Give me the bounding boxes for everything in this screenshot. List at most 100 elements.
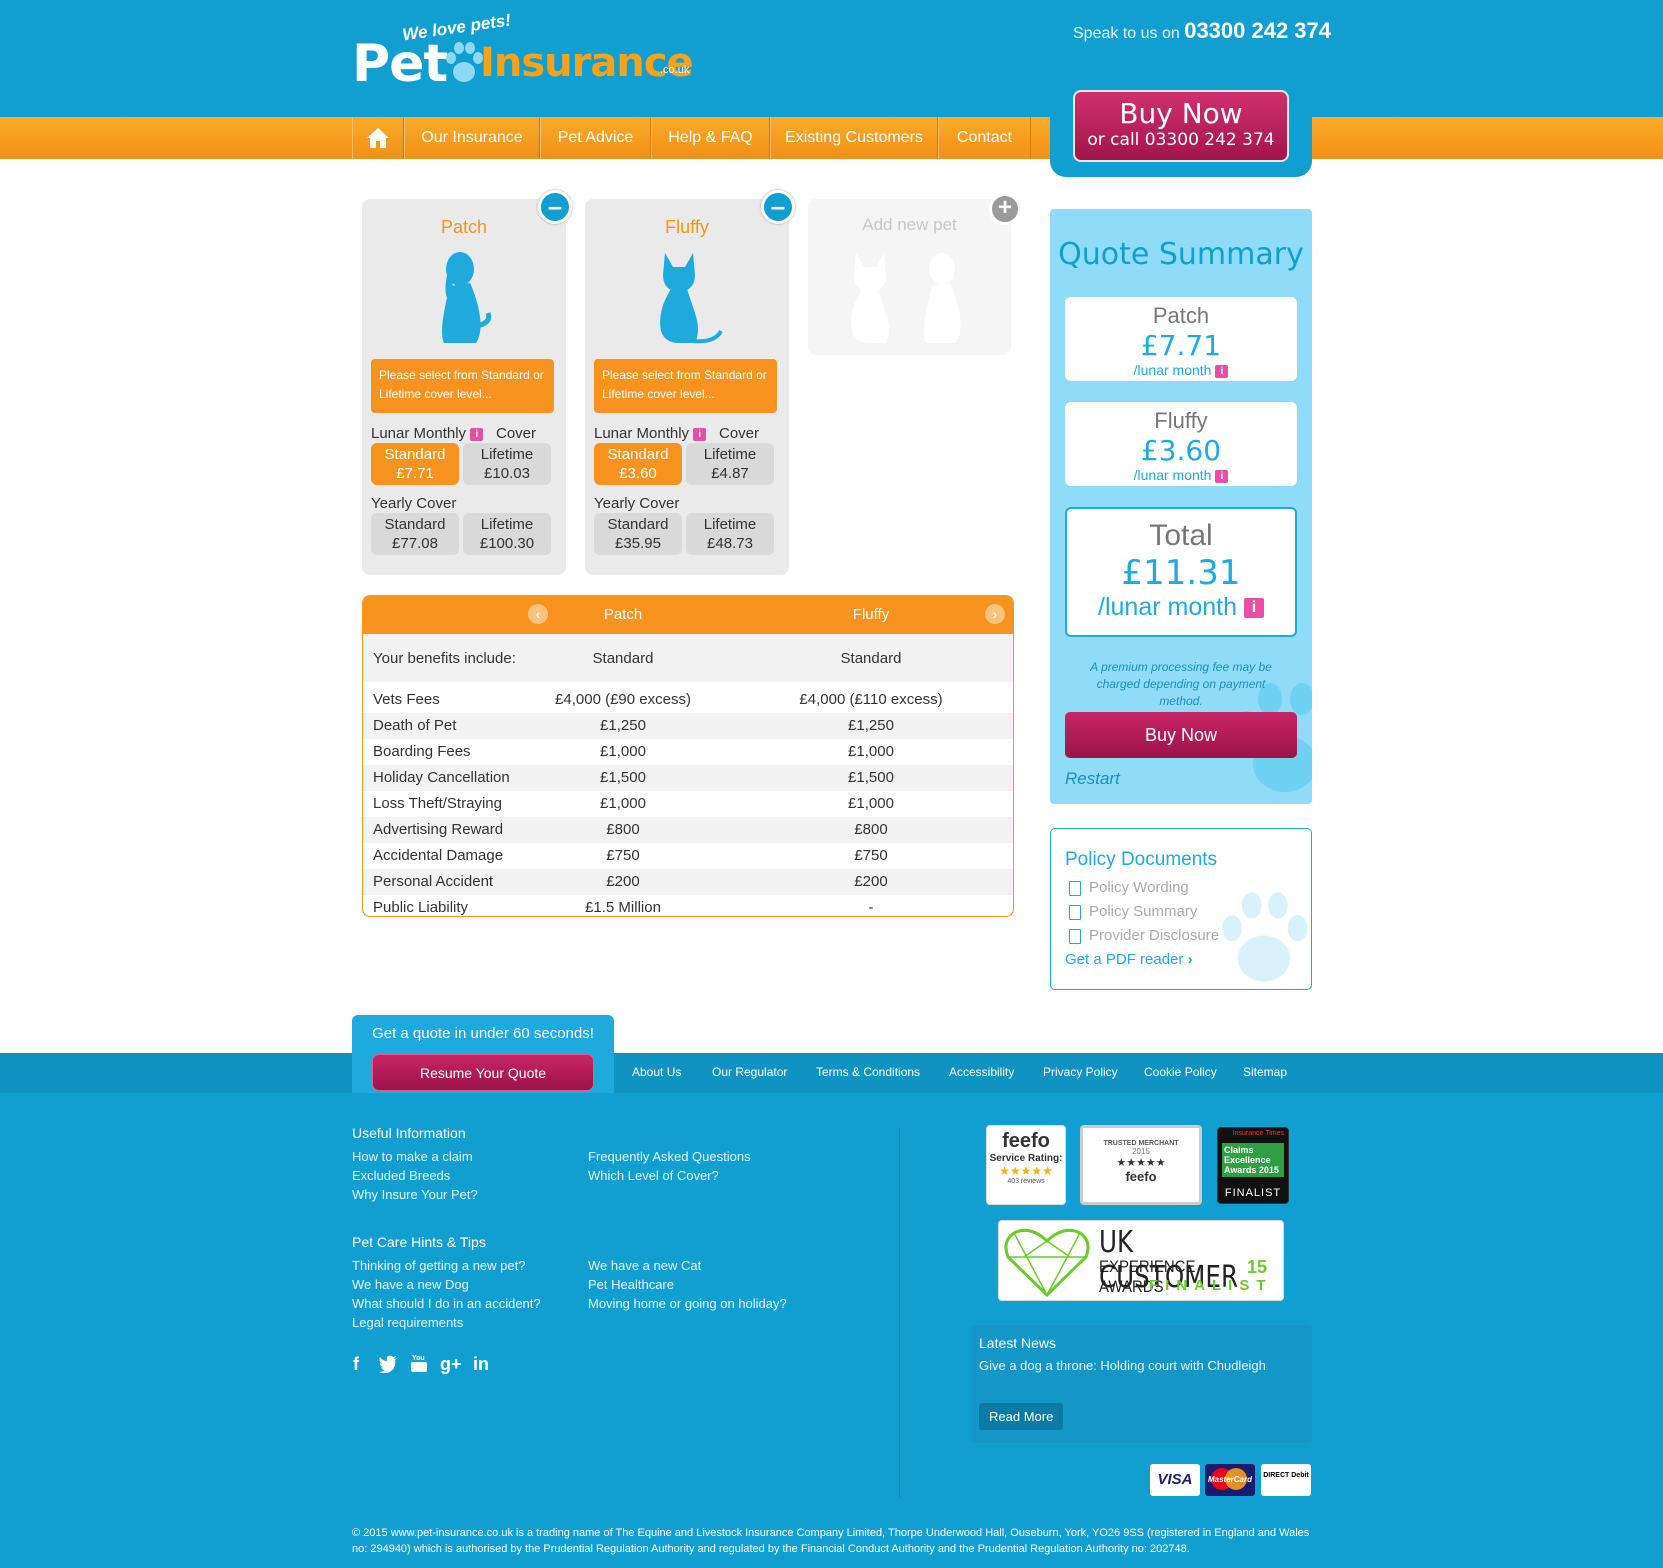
restart-link[interactable]: Restart bbox=[1065, 769, 1120, 789]
quote-item-price: £3.60 bbox=[1140, 434, 1222, 467]
benefit-value: £750 bbox=[854, 847, 888, 864]
policy-documents-title: Policy Documents bbox=[1065, 849, 1218, 870]
footer-link-sitemap[interactable]: Sitemap bbox=[1243, 1065, 1287, 1079]
home-icon bbox=[367, 127, 389, 148]
facebook-icon[interactable]: f bbox=[353, 1354, 359, 1375]
yearly-lifetime-option[interactable]: Lifetime £48.73 bbox=[686, 513, 774, 555]
cover-label: Cover bbox=[719, 425, 760, 442]
nav-home[interactable] bbox=[352, 117, 404, 159]
footer-link[interactable]: Excluded Breeds bbox=[352, 1168, 450, 1183]
pet-name: Fluffy bbox=[665, 217, 709, 237]
youtube-icon[interactable]: You bbox=[410, 1353, 428, 1373]
total-price: £11.31 bbox=[1121, 553, 1241, 593]
nav-contact[interactable]: Contact bbox=[938, 117, 1031, 159]
plus-icon: + bbox=[997, 194, 1012, 221]
footer-link-privacy[interactable]: Privacy Policy bbox=[1043, 1065, 1118, 1079]
benefit-value: £800 bbox=[606, 821, 640, 838]
footer-link[interactable]: Pet Healthcare bbox=[588, 1277, 674, 1292]
policy-wording-link[interactable]: Policy Wording bbox=[1069, 879, 1189, 896]
benefits-intro-row: Your benefits include: Standard Standard bbox=[363, 634, 1013, 682]
footer-link[interactable]: We have a new Cat bbox=[588, 1258, 701, 1273]
nav-pet-advice[interactable]: Pet Advice bbox=[540, 117, 651, 159]
lunar-standard-option[interactable]: Standard £7.71 bbox=[371, 443, 459, 485]
uk-customer-experience-badge[interactable]: UK CUSTOMER EXPERIENCE AWARDS 15 FINALIS… bbox=[998, 1220, 1284, 1301]
footer-link[interactable]: We have a new Dog bbox=[352, 1277, 469, 1292]
provider-disclosure-link[interactable]: Provider Disclosure bbox=[1069, 927, 1219, 944]
quote-total: Total £11.31 /lunar month i bbox=[1065, 507, 1297, 637]
benefit-name: Accidental Damage bbox=[373, 847, 504, 864]
footer-link[interactable]: Thinking of getting a new pet? bbox=[352, 1258, 525, 1273]
remove-pet-button[interactable]: – bbox=[761, 190, 795, 224]
phone-number[interactable]: 03300 242 374 bbox=[1184, 18, 1331, 43]
footer-link-regulator[interactable]: Our Regulator bbox=[712, 1065, 787, 1079]
benefits-col-patch: Patch bbox=[603, 606, 643, 623]
info-icon[interactable]: i bbox=[693, 427, 707, 441]
latest-news-headline[interactable]: Give a dog a throne: Holding court with … bbox=[979, 1358, 1266, 1373]
footer-link-about[interactable]: About Us bbox=[632, 1065, 681, 1079]
minus-icon: – bbox=[547, 191, 563, 221]
document-icon bbox=[1069, 928, 1081, 944]
nav-existing-customers[interactable]: Existing Customers bbox=[770, 117, 938, 159]
footer-link[interactable]: What should I do in an accident? bbox=[352, 1296, 541, 1311]
heart-icon bbox=[1004, 1228, 1090, 1297]
footer-link[interactable]: Legal requirements bbox=[352, 1315, 463, 1330]
insurance-times-badge[interactable]: Insurance Times Claims Excellence Awards… bbox=[1217, 1127, 1289, 1204]
dog-icon bbox=[442, 252, 492, 343]
processing-fee-note: A premium processing fee may be charged … bbox=[1090, 660, 1272, 708]
nav-our-insurance[interactable]: Our Insurance bbox=[404, 117, 540, 159]
footer-link-accessibility[interactable]: Accessibility bbox=[949, 1065, 1014, 1079]
info-icon[interactable]: i bbox=[1215, 364, 1229, 378]
footer-link[interactable]: Frequently Asked Questions bbox=[588, 1149, 751, 1164]
footer-link[interactable]: How to make a claim bbox=[352, 1149, 473, 1164]
footer-link[interactable]: Which Level of Cover? bbox=[588, 1168, 719, 1183]
add-pet-button[interactable]: + bbox=[989, 193, 1021, 225]
add-pet-card[interactable]: Add new pet bbox=[808, 199, 1011, 355]
google-plus-icon[interactable]: g+ bbox=[440, 1354, 462, 1375]
yearly-cover-label: Yearly Cover bbox=[594, 495, 680, 512]
lunar-lifetime-option[interactable]: Lifetime £10.03 bbox=[463, 443, 551, 485]
yearly-cover-label: Yearly Cover bbox=[371, 495, 457, 512]
header-buy-now-button[interactable]: Buy Now or call 03300 242 374 bbox=[1073, 90, 1289, 162]
trusted-merchant-badge[interactable]: TRUSTED MERCHANT 2015 ★★★★★ feefo bbox=[1080, 1125, 1202, 1205]
benefit-row: Boarding Fees £1,000 £1,000 bbox=[363, 739, 1013, 765]
benefit-value: £1,000 bbox=[848, 743, 894, 760]
benefit-name: Death of Pet bbox=[373, 717, 457, 734]
yearly-standard-option[interactable]: Standard £77.08 bbox=[371, 513, 459, 555]
linkedin-icon[interactable]: in bbox=[473, 1354, 489, 1375]
info-icon[interactable]: i bbox=[1243, 598, 1264, 619]
footer-link-terms[interactable]: Terms & Conditions bbox=[816, 1065, 920, 1079]
footer-link[interactable]: Why Insure Your Pet? bbox=[352, 1187, 478, 1202]
add-pet-label: Add new pet bbox=[862, 215, 957, 234]
lunar-lifetime-option[interactable]: Lifetime £4.87 bbox=[686, 443, 774, 485]
benefit-value: £1.5 Million bbox=[585, 899, 661, 916]
benefit-row: Holiday Cancellation £1,500 £1,500 bbox=[363, 765, 1013, 791]
info-icon[interactable]: i bbox=[470, 427, 484, 441]
benefit-value: £1,000 bbox=[600, 795, 646, 812]
info-icon[interactable]: i bbox=[1215, 469, 1229, 483]
benefit-row: Public Liability £1.5 Million - bbox=[363, 895, 1013, 916]
benefits-col-fluffy: Fluffy bbox=[852, 606, 890, 623]
cover-warning: Please select from Standard or Lifetime … bbox=[371, 359, 554, 413]
summary-buy-now-button[interactable]: Buy Now bbox=[1065, 712, 1297, 758]
next-arrow-icon[interactable]: › bbox=[985, 604, 1005, 624]
yearly-lifetime-option[interactable]: Lifetime £100.30 bbox=[463, 513, 551, 555]
twitter-icon[interactable] bbox=[378, 1355, 398, 1373]
yearly-standard-option[interactable]: Standard £35.95 bbox=[594, 513, 682, 555]
site-logo[interactable]: We love pets! Pet Insurance .co.uk bbox=[352, 10, 694, 98]
benefit-row: Advertising Reward £800 £800 bbox=[363, 817, 1013, 843]
feefo-service-badge[interactable]: feefo Service Rating: ★★★★★ 403 reviews bbox=[986, 1125, 1066, 1205]
policy-summary-link[interactable]: Policy Summary bbox=[1069, 903, 1197, 920]
total-unit: /lunar month i bbox=[1067, 593, 1295, 622]
footer-link-cookie[interactable]: Cookie Policy bbox=[1144, 1065, 1217, 1079]
lunar-standard-option[interactable]: Standard £3.60 bbox=[594, 443, 682, 485]
pdf-reader-link[interactable]: Get a PDF reader › bbox=[1065, 951, 1193, 968]
resume-quote-button[interactable]: Resume Your Quote bbox=[372, 1054, 594, 1091]
direct-debit-icon: DIRECT Debit bbox=[1261, 1464, 1311, 1496]
benefit-value: £1,250 bbox=[600, 717, 646, 734]
total-label: Total bbox=[1149, 519, 1213, 552]
remove-pet-button[interactable]: – bbox=[538, 190, 572, 224]
nav-help-faq[interactable]: Help & FAQ bbox=[651, 117, 770, 159]
read-more-button[interactable]: Read More bbox=[979, 1403, 1064, 1430]
footer-link[interactable]: Moving home or going on holiday? bbox=[588, 1296, 787, 1311]
logo-pet-text: Pet bbox=[352, 34, 448, 94]
